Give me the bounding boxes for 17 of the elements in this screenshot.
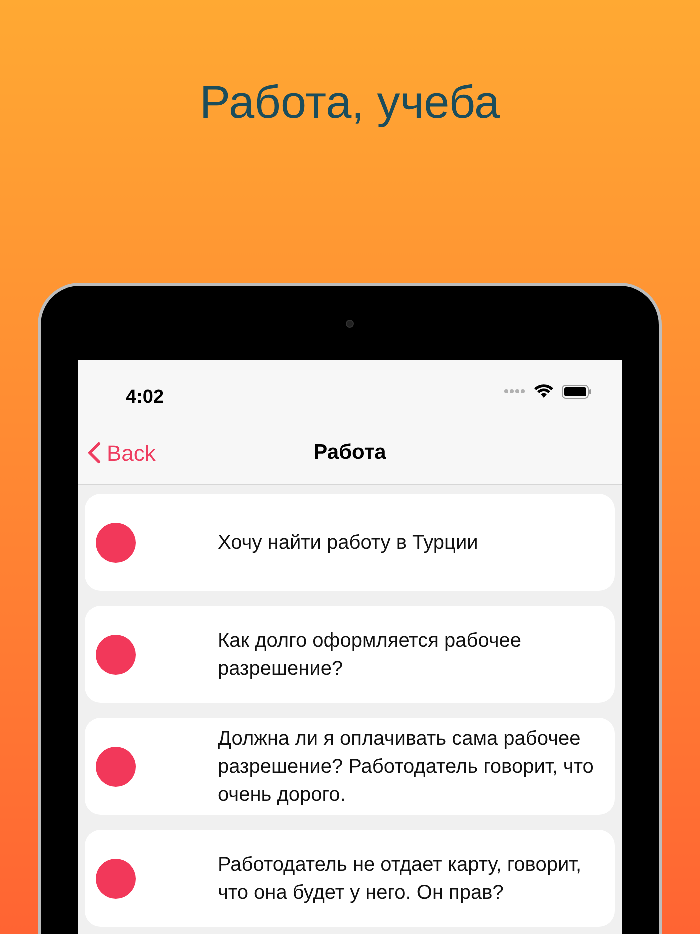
chevron-left-icon (88, 442, 101, 464)
question-card[interactable]: Работодатель не отдает карту, говорит, что она будет у него. Он прав? (85, 830, 615, 927)
nav-title: Работа (314, 440, 386, 466)
question-text: Должна ли я оплачивать сама рабочее разрешение? Работодатель говорит, что очень дорого. (218, 726, 595, 808)
question-card[interactable]: Как долго оформляется рабочее разрешение? (85, 606, 615, 703)
wifi-icon (534, 384, 554, 399)
headline: Работа, учеба (200, 75, 500, 130)
status-time: 4:02 (126, 386, 164, 410)
question-text: Работодатель не отдает карту, говорит, что она будет у него. Он прав? (218, 852, 583, 906)
question-card[interactable]: Хочу найти работу в Турции (85, 494, 615, 591)
question-text: Как долго оформляется рабочее разрешение? (218, 628, 523, 682)
question-text: Хочу найти работу в Турции (218, 530, 478, 556)
back-button[interactable]: Back (88, 436, 156, 470)
signal-icon (504, 389, 526, 394)
battery-icon (562, 384, 592, 398)
camera-icon (346, 320, 354, 328)
question-card[interactable]: Должна ли я оплачивать сама рабочее разрешение? Работодатель говорит, что очень дорого. (85, 718, 615, 815)
